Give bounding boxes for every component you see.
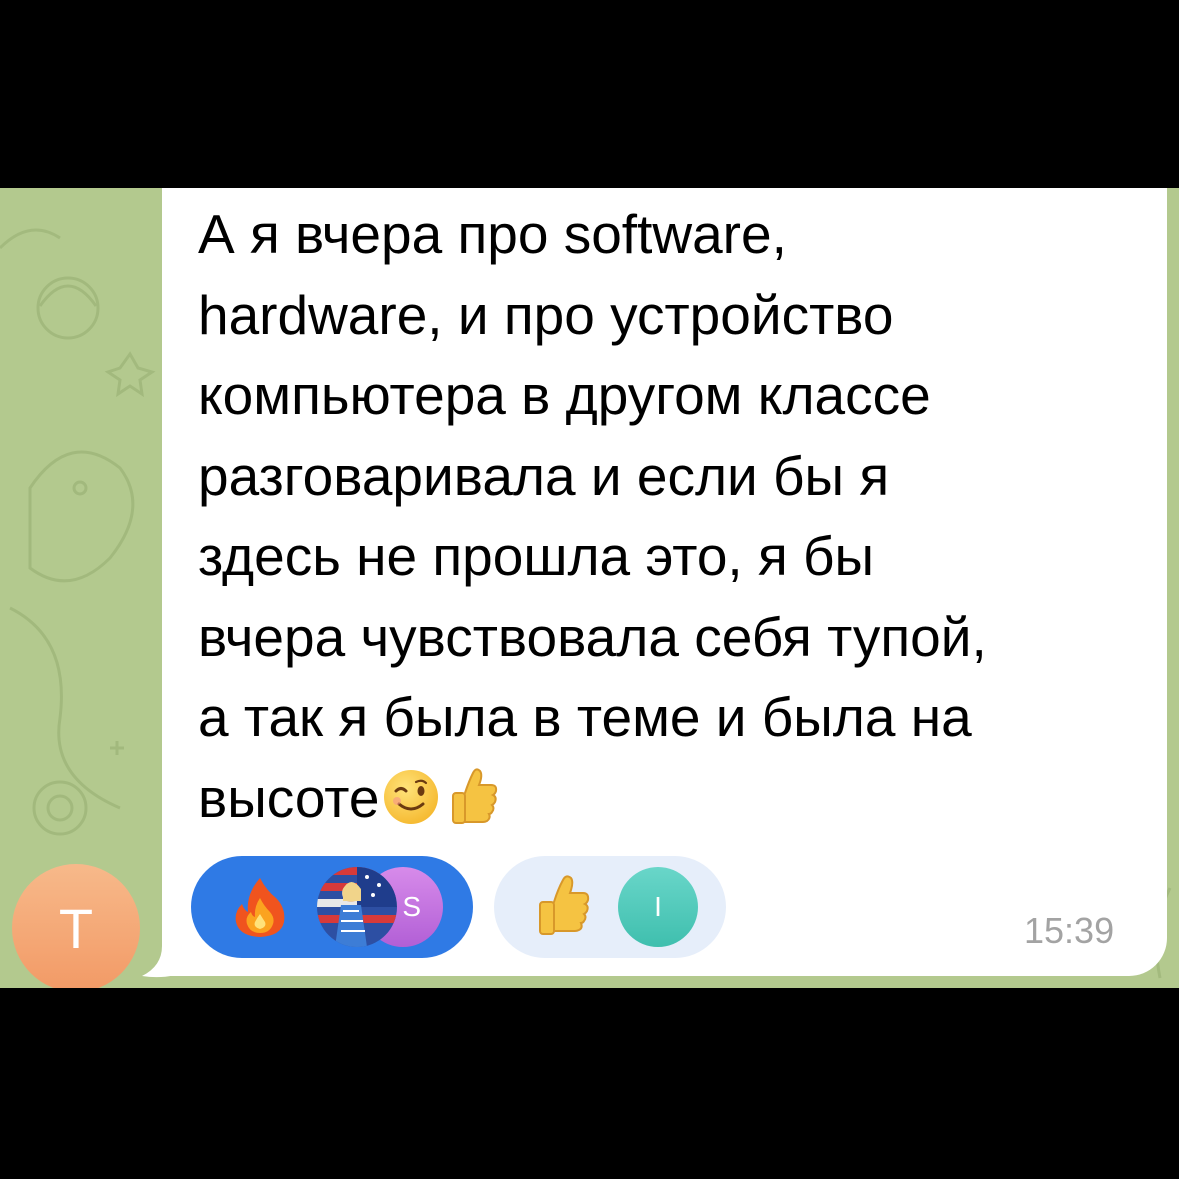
reaction-thumbs-up-button[interactable]: I bbox=[494, 856, 726, 958]
message-line: hardware, и про устройство bbox=[198, 283, 894, 346]
reactor-avatar-i: I bbox=[618, 867, 698, 947]
thumbs-up-icon bbox=[539, 875, 590, 935]
sender-avatar-letter: Т bbox=[58, 896, 94, 960]
message-bubble[interactable]: А я вчера про software, hardware, и про … bbox=[162, 188, 1167, 976]
screenshot-frame: А я вчера про software, hardware, и про … bbox=[0, 0, 1179, 1179]
chat-area[interactable]: А я вчера про software, hardware, и про … bbox=[0, 188, 1179, 988]
message-line: вчера чувствовала себя тупой, bbox=[198, 605, 987, 668]
message-line: разговаривала и если бы я bbox=[198, 444, 890, 507]
thumbs-up-icon bbox=[452, 767, 498, 824]
fire-icon bbox=[235, 878, 285, 937]
message-text: А я вчера про software, hardware, и про … bbox=[198, 194, 1148, 838]
message-line: А я вчера про software, bbox=[198, 203, 787, 265]
reactor-photo-image bbox=[317, 867, 397, 947]
winking-face-icon bbox=[384, 769, 439, 824]
reactor-avatar-photo bbox=[317, 867, 397, 947]
reactor-avatar-s-letter: S bbox=[402, 891, 421, 922]
reactor-avatar-i-letter: I bbox=[654, 891, 662, 922]
message-line: здесь не прошла это, я бы bbox=[198, 525, 875, 587]
sender-avatar[interactable]: Т bbox=[12, 864, 140, 988]
message-line: а так я была в теме и была на bbox=[198, 686, 972, 748]
reaction-fire-button[interactable]: S bbox=[191, 856, 473, 958]
message-line: компьютера в другом классе bbox=[198, 364, 931, 426]
message-line: высоте bbox=[198, 766, 380, 829]
message-timestamp: 15:39 bbox=[1024, 910, 1115, 951]
